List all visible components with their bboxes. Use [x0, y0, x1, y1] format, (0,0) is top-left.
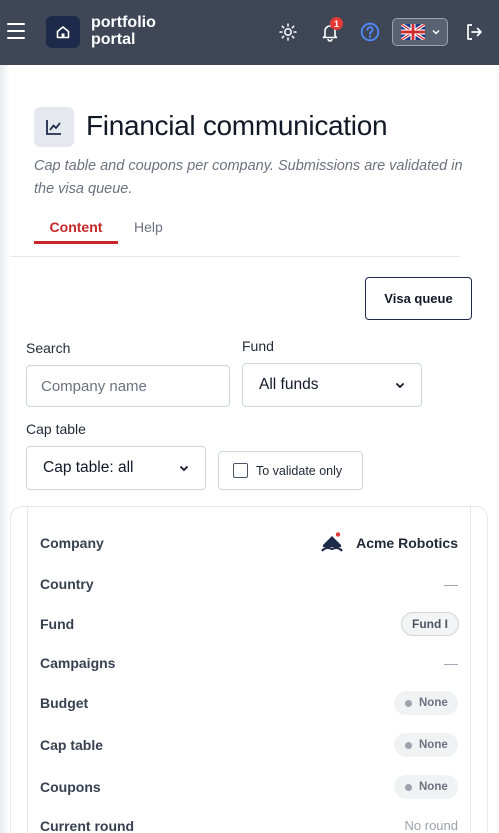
- campaigns-label: Campaigns: [40, 655, 116, 671]
- status-dot-icon: [405, 783, 412, 791]
- company-logo-icon: [321, 532, 343, 552]
- page-subtitle: Cap table and coupons per company. Submi…: [34, 158, 463, 197]
- budget-status-badge: None: [394, 691, 458, 715]
- help-icon: [360, 22, 380, 42]
- chevron-down-icon: [395, 382, 405, 389]
- divider: [10, 256, 460, 257]
- cap-table-row-label: Cap table: [40, 737, 104, 753]
- coupons-label: Coupons: [40, 779, 101, 795]
- status-dot-icon: [405, 741, 412, 749]
- fund-select-value: All funds: [259, 376, 319, 393]
- current-round-label: Current round: [40, 818, 135, 833]
- cap-table-label: Cap table: [26, 421, 86, 437]
- country-label: Country: [40, 576, 94, 592]
- company-name: Acme Robotics: [356, 535, 458, 551]
- notifications-button[interactable]: 1: [317, 17, 343, 45]
- help-button[interactable]: [357, 19, 383, 45]
- logout-button[interactable]: [461, 19, 487, 45]
- cap-table-status-badge: None: [394, 733, 458, 757]
- sun-icon: [279, 23, 297, 41]
- cap-table-select[interactable]: Cap table: all: [26, 446, 206, 490]
- cap-table-status-text: None: [419, 739, 448, 751]
- fund-select[interactable]: All funds: [242, 363, 422, 407]
- budget-label: Budget: [40, 695, 89, 711]
- visa-queue-button[interactable]: Visa queue: [365, 277, 472, 320]
- fund-chip: Fund I: [401, 612, 459, 636]
- sidebar-edge: [0, 65, 10, 833]
- brand-logo-text[interactable]: portfolio portal: [91, 14, 156, 48]
- home-icon: [56, 26, 70, 39]
- top-bar: portfolio portal 1: [0, 0, 499, 65]
- home-button[interactable]: [46, 16, 80, 48]
- status-dot-icon: [405, 699, 412, 707]
- tab-help[interactable]: Help: [134, 213, 163, 244]
- chevron-down-icon: [432, 30, 440, 35]
- cap-table-select-value: Cap table: all: [43, 459, 134, 476]
- to-validate-only-checkbox[interactable]: [233, 463, 248, 478]
- current-round-value: No round: [404, 818, 458, 833]
- brand-line-1: portfolio: [91, 14, 156, 31]
- logout-icon: [467, 24, 482, 40]
- chevron-down-icon: [179, 465, 189, 472]
- coupons-status-text: None: [419, 781, 448, 793]
- company-value[interactable]: Acme Robotics: [320, 531, 458, 555]
- uk-flag-icon: [401, 24, 425, 40]
- fund-row-label: Fund: [40, 616, 75, 632]
- chart-icon: [34, 107, 74, 147]
- budget-status-text: None: [419, 697, 448, 709]
- search-label: Search: [26, 340, 71, 356]
- language-selector[interactable]: [392, 18, 448, 46]
- menu-icon[interactable]: [7, 23, 25, 41]
- to-validate-only-toggle[interactable]: To validate only: [218, 451, 363, 490]
- fund-label: Fund: [242, 338, 274, 354]
- campaigns-value: —: [444, 655, 458, 671]
- page-title: Financial communication: [86, 110, 388, 141]
- notification-badge: 1: [330, 17, 343, 30]
- country-value: —: [444, 576, 458, 592]
- tab-content[interactable]: Content: [34, 213, 118, 244]
- to-validate-only-label: To validate only: [256, 463, 343, 478]
- search-input[interactable]: [26, 365, 230, 407]
- theme-toggle-button[interactable]: [275, 19, 301, 45]
- company-label: Company: [40, 535, 104, 551]
- brand-line-2: portal: [91, 31, 136, 48]
- coupons-status-badge: None: [394, 775, 458, 799]
